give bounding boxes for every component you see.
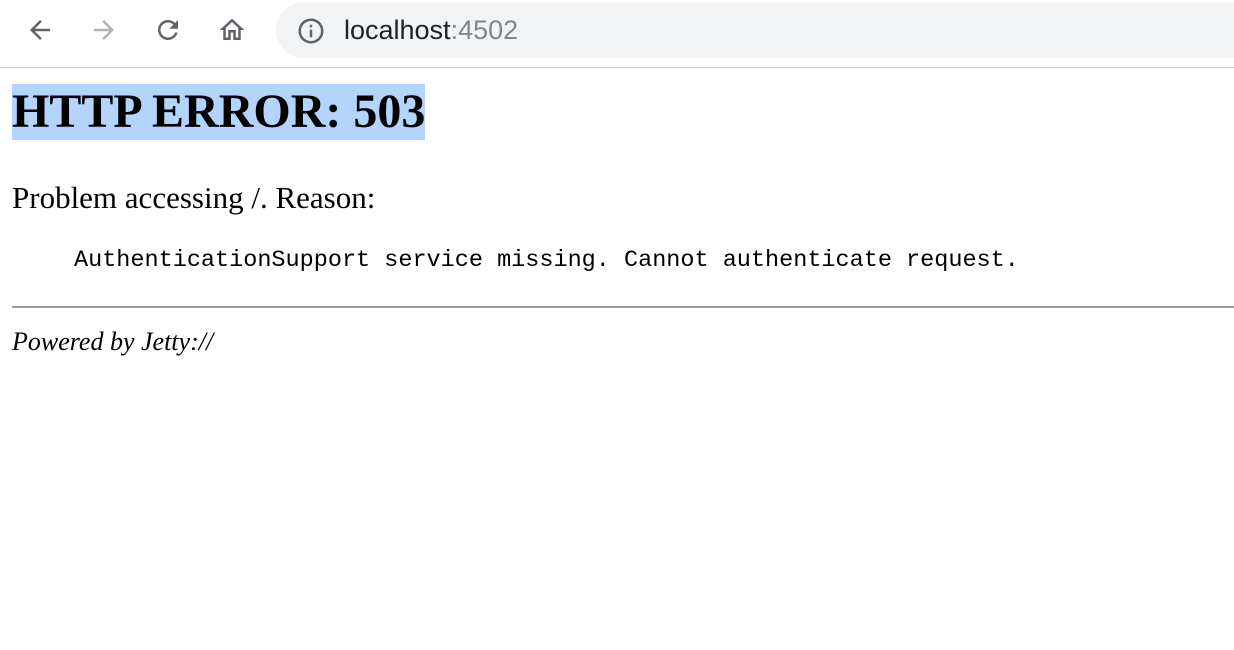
page-content: HTTP ERROR: 503 Problem accessing /. Rea…: [0, 84, 1234, 358]
home-icon: [219, 18, 245, 40]
info-icon[interactable]: [296, 16, 326, 46]
reload-button[interactable]: [148, 10, 188, 50]
forward-button[interactable]: [84, 10, 124, 50]
url-port: :4502: [450, 15, 519, 45]
arrow-right-icon: [94, 20, 114, 40]
arrow-left-icon: [30, 20, 50, 40]
divider: [12, 306, 1234, 308]
url-text[interactable]: localhost:4502: [344, 15, 518, 46]
home-button[interactable]: [212, 10, 252, 50]
reason-text: AuthenticationSupport service missing. C…: [74, 247, 1019, 274]
url-host: localhost: [344, 15, 451, 45]
page-title: HTTP ERROR: 503: [12, 84, 1234, 140]
browser-toolbar: localhost:4502: [0, 0, 1234, 68]
selected-title-text: HTTP ERROR: 503: [12, 84, 426, 140]
problem-text: Problem accessing /. Reason:: [12, 180, 376, 215]
back-button[interactable]: [20, 10, 60, 50]
address-bar[interactable]: localhost:4502: [276, 2, 1234, 58]
powered-by-text: Powered by Jetty://: [12, 327, 214, 356]
reload-icon: [158, 20, 178, 40]
